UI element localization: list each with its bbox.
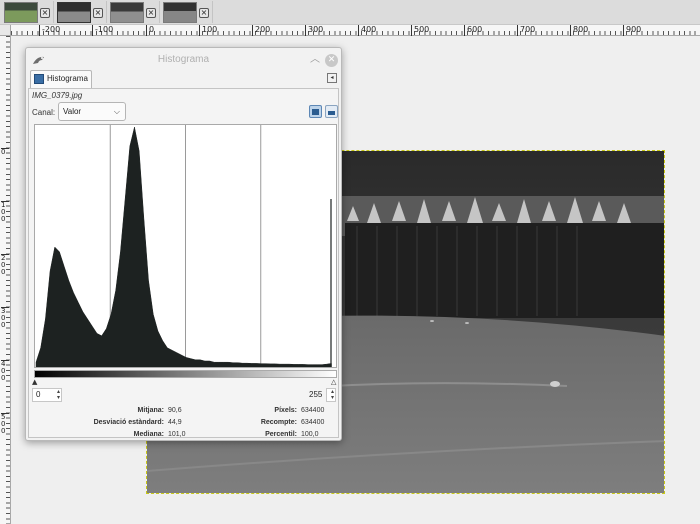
ruler-label: 100 bbox=[1, 201, 9, 223]
ruler-label: -100 bbox=[92, 25, 113, 36]
histogram-dialog: Histograma ︿ ✕ Histograma ◂ IMG_0379.jpg… bbox=[25, 47, 342, 441]
histogram-icon bbox=[34, 74, 44, 84]
ruler-label: -200 bbox=[39, 25, 60, 36]
histogram-svg bbox=[35, 125, 332, 368]
close-icon[interactable]: × bbox=[40, 8, 50, 18]
ruler-label: 500 bbox=[1, 413, 9, 435]
stat-label: Percentil: bbox=[265, 431, 297, 438]
ruler-ticks bbox=[6, 36, 10, 524]
spinner-arrows-icon[interactable]: ▴ ▾ bbox=[57, 389, 60, 401]
ruler-ticks bbox=[11, 31, 700, 35]
close-icon[interactable]: ✕ bbox=[325, 54, 338, 67]
histogram-panel: IMG_0379.jpg Canal: Valor ⌵ ▲ △ 0 ▴ ▾ 255… bbox=[28, 88, 339, 438]
close-icon[interactable]: × bbox=[146, 8, 156, 18]
chevron-down-icon: ⌵ bbox=[113, 107, 120, 116]
stat-value: 634400 bbox=[301, 407, 325, 414]
histogram-chart[interactable] bbox=[34, 124, 337, 368]
dialog-title: Histograma bbox=[157, 54, 210, 65]
image-thumbnail bbox=[163, 2, 197, 23]
ruler-label: 400 bbox=[358, 25, 376, 36]
horizontal-ruler[interactable]: -200 -100 0 100 200 300 400 500 600 700 … bbox=[11, 25, 700, 36]
linear-histogram-icon[interactable] bbox=[309, 105, 322, 118]
ruler-label: 500 bbox=[411, 25, 429, 36]
ruler-label: 800 bbox=[570, 25, 588, 36]
range-max-spinner[interactable]: ▴ ▾ bbox=[326, 388, 336, 402]
stat-label: Recompte: bbox=[260, 419, 297, 426]
spinner-arrows-icon[interactable]: ▴ ▾ bbox=[331, 389, 334, 401]
ruler-label: 200 bbox=[252, 25, 270, 36]
ruler-label: 200 bbox=[1, 254, 9, 276]
range-start-handle[interactable]: ▲ bbox=[32, 379, 37, 386]
tab-label: Histograma bbox=[47, 74, 88, 83]
value-gradient-bar bbox=[34, 370, 337, 378]
image-tab[interactable]: × bbox=[108, 1, 160, 23]
image-thumbnail bbox=[57, 2, 91, 23]
image-thumbnail bbox=[110, 2, 144, 23]
close-icon[interactable]: × bbox=[199, 8, 209, 18]
stat-label: Píxels: bbox=[274, 407, 297, 414]
vertical-ruler[interactable]: 0 100 200 300 400 500 bbox=[0, 36, 11, 524]
image-name: IMG_0379.jpg bbox=[32, 91, 83, 100]
image-thumbnail bbox=[4, 2, 38, 23]
image-tab[interactable]: × bbox=[161, 1, 213, 23]
range-min-value: 0 bbox=[36, 390, 41, 399]
channel-select[interactable]: Valor ⌵ bbox=[58, 102, 126, 121]
tab-menu-icon[interactable]: ◂ bbox=[327, 73, 337, 83]
stat-value: 100,0 bbox=[301, 431, 319, 438]
ruler-corner[interactable] bbox=[0, 25, 11, 36]
range-end-handle[interactable]: △ bbox=[331, 379, 336, 386]
close-icon[interactable]: × bbox=[93, 8, 103, 18]
histogram-area bbox=[35, 126, 332, 368]
range-max-value: 255 bbox=[309, 390, 323, 399]
ruler-label: 100 bbox=[199, 25, 217, 36]
log-histogram-icon[interactable] bbox=[325, 105, 338, 118]
ruler-label: 300 bbox=[1, 307, 9, 329]
ruler-label: 700 bbox=[517, 25, 535, 36]
image-tab[interactable]: × bbox=[2, 1, 54, 23]
ruler-label: 0 bbox=[1, 148, 9, 156]
ruler-label: 300 bbox=[305, 25, 323, 36]
tab-histograma[interactable]: Histograma bbox=[30, 70, 92, 88]
dialog-titlebar[interactable]: Histograma ︿ ✕ bbox=[26, 48, 341, 72]
stat-value: 634400 bbox=[301, 419, 325, 426]
range-min-input[interactable]: 0 ▴ ▾ bbox=[32, 388, 62, 402]
image-tab-strip: × × × × bbox=[0, 0, 700, 25]
image-tab[interactable]: × bbox=[55, 1, 107, 23]
ruler-label: 900 bbox=[623, 25, 641, 36]
channel-value: Valor bbox=[63, 107, 82, 116]
chevron-up-icon[interactable]: ︿ bbox=[309, 54, 321, 66]
dock-tab-row: Histograma ◂ bbox=[28, 70, 339, 88]
channel-label: Canal: bbox=[32, 108, 56, 117]
ruler-label: 600 bbox=[464, 25, 482, 36]
ruler-label: 0 bbox=[146, 25, 154, 36]
ruler-label: 400 bbox=[1, 360, 9, 382]
